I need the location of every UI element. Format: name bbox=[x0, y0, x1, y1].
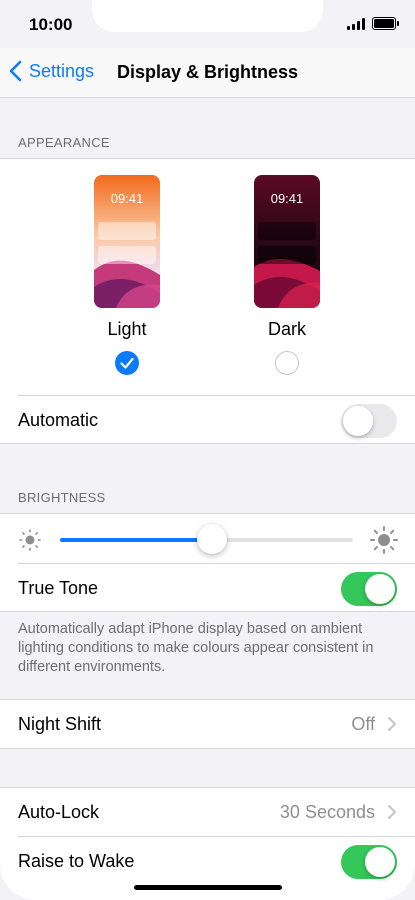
back-button[interactable]: Settings bbox=[8, 60, 94, 82]
auto-lock-value: 30 Seconds bbox=[279, 802, 375, 822]
lock-group: Auto-Lock 30 Seconds Raise to Wake bbox=[0, 787, 415, 900]
brightness-slider-fill bbox=[60, 538, 213, 542]
automatic-label: Automatic bbox=[18, 410, 99, 430]
checkmark-icon bbox=[120, 357, 134, 369]
battery-icon bbox=[372, 17, 399, 30]
dark-option-label: Dark bbox=[267, 319, 306, 339]
dark-preview-time: 09:41 bbox=[270, 191, 304, 206]
back-button-label: Settings bbox=[29, 60, 95, 81]
true-tone-description: Automatically adapt iPhone display based… bbox=[18, 621, 374, 675]
auto-lock-label: Auto-Lock bbox=[18, 802, 100, 822]
navigation-bar: Settings Display & Brightness bbox=[0, 48, 415, 98]
raise-to-wake-row: Raise to Wake bbox=[0, 837, 415, 885]
chevron-right-icon bbox=[388, 717, 396, 731]
notch bbox=[92, 0, 323, 32]
night-shift-label: Night Shift bbox=[18, 714, 102, 734]
appearance-group: 09:41 Light 09:41 Dark Automatic bbox=[0, 158, 415, 444]
night-shift-row[interactable]: Night Shift Off bbox=[0, 700, 415, 748]
true-tone-label: True Tone bbox=[18, 578, 99, 598]
dark-mode-preview: 09:41 bbox=[254, 175, 320, 308]
auto-lock-row[interactable]: Auto-Lock 30 Seconds bbox=[0, 788, 415, 836]
appearance-option-dark[interactable]: 09:41 Dark bbox=[254, 175, 320, 375]
chevron-right-icon bbox=[388, 805, 396, 819]
brightness-slider-thumb[interactable] bbox=[197, 524, 228, 554]
night-shift-group: Night Shift Off bbox=[0, 699, 415, 749]
true-tone-toggle[interactable] bbox=[341, 572, 397, 606]
light-option-label: Light bbox=[107, 319, 147, 339]
home-indicator[interactable] bbox=[134, 885, 282, 890]
chevron-left-icon bbox=[9, 60, 22, 82]
status-bar: 10:00 bbox=[0, 0, 415, 48]
appearance-option-light[interactable]: 09:41 Light bbox=[94, 175, 160, 375]
light-mode-preview: 09:41 bbox=[94, 175, 160, 308]
true-tone-row: True Tone bbox=[0, 564, 415, 612]
cellular-signal-icon bbox=[347, 18, 366, 30]
appearance-header: APPEARANCE bbox=[18, 135, 110, 150]
brightness-slider[interactable] bbox=[60, 524, 353, 554]
automatic-row: Automatic bbox=[0, 396, 415, 444]
brightness-group: True Tone bbox=[0, 513, 415, 612]
sun-small-icon bbox=[19, 529, 41, 551]
sun-large-icon bbox=[370, 526, 398, 554]
status-time: 10:00 bbox=[29, 15, 73, 34]
dark-radio-unchecked[interactable] bbox=[275, 351, 299, 375]
night-shift-value: Off bbox=[351, 714, 375, 734]
brightness-header: BRIGHTNESS bbox=[18, 490, 106, 505]
raise-to-wake-label: Raise to Wake bbox=[18, 851, 135, 871]
page-title: Display & Brightness bbox=[117, 62, 299, 82]
light-preview-time: 09:41 bbox=[110, 191, 144, 206]
automatic-toggle[interactable] bbox=[341, 404, 397, 438]
raise-to-wake-toggle[interactable] bbox=[341, 845, 397, 879]
light-radio-checked[interactable] bbox=[115, 351, 139, 375]
settings-screen: 10:00 Settings Display & Brightness APPE… bbox=[0, 0, 415, 900]
